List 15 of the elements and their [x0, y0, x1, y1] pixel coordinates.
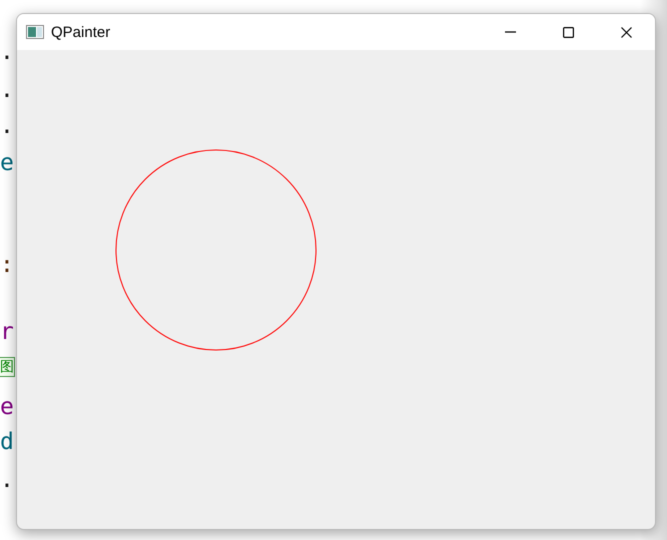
close-icon: [620, 26, 632, 38]
app-icon: [26, 25, 44, 39]
maximize-icon: [562, 26, 574, 38]
code-text: 图: [0, 358, 14, 376]
code-text: e: [0, 393, 14, 421]
code-text: :: [0, 251, 14, 279]
code-text: .: [0, 466, 14, 494]
minimize-icon: [504, 31, 516, 33]
window-title: QPainter: [51, 24, 112, 40]
code-text: e: [0, 149, 14, 177]
code-text: .: [0, 112, 14, 140]
code-text: d: [0, 428, 14, 456]
code-text: .: [0, 38, 14, 66]
code-text: r: [0, 318, 14, 346]
code-text: .: [0, 76, 14, 104]
